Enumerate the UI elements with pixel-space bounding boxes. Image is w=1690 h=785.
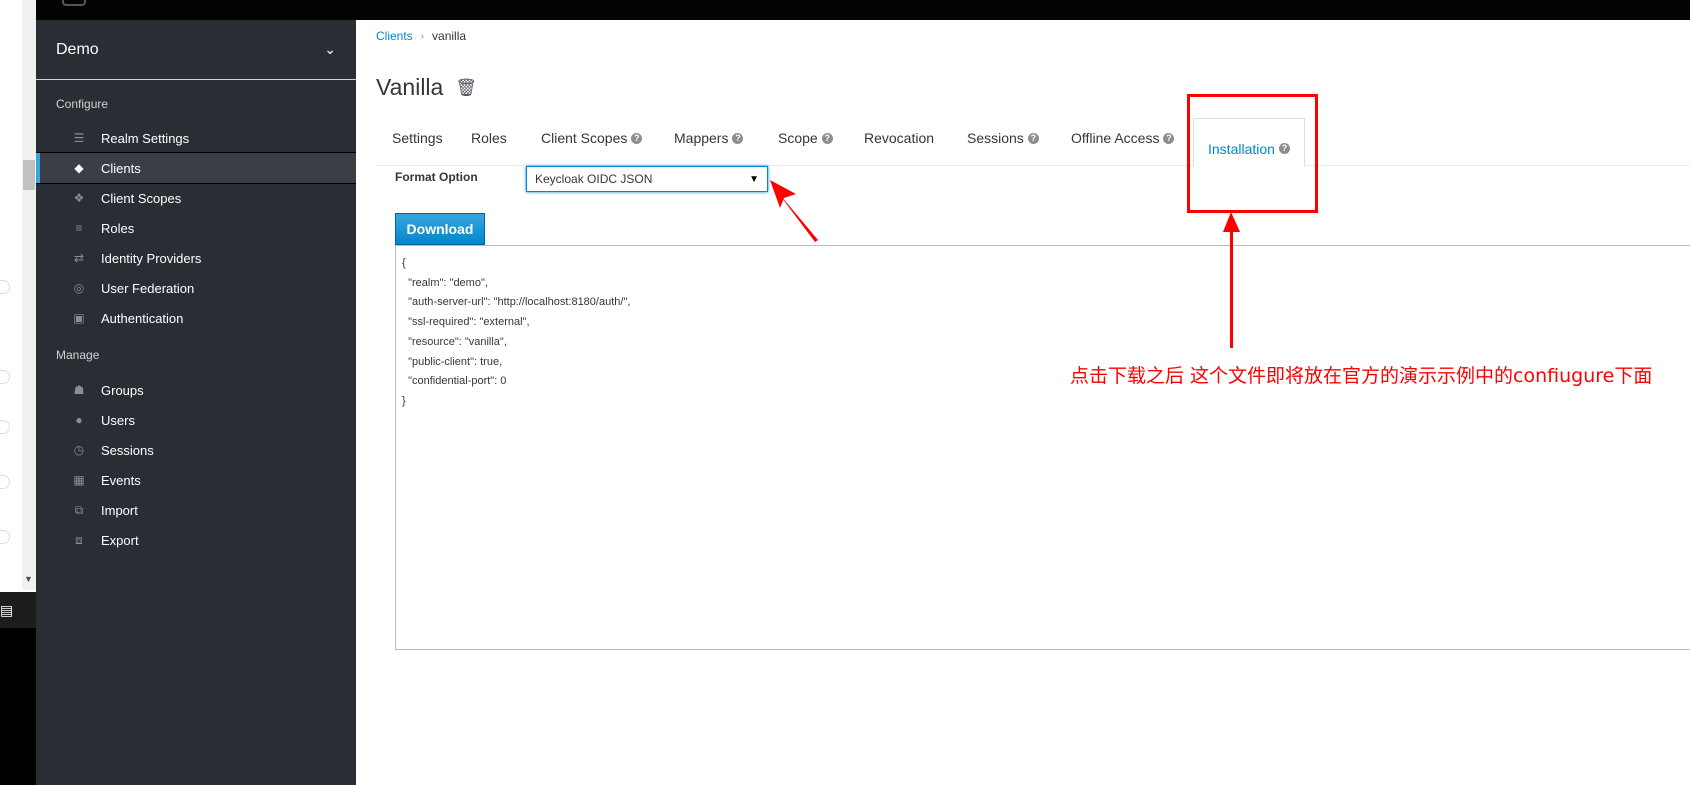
annotation-note: 点击下载之后 这个文件即将放在官方的演示示例中的confiugure下面 xyxy=(1070,365,1653,387)
annotation-arrow-to-tab xyxy=(1230,228,1233,348)
annotation-arrow-head-tab xyxy=(1223,212,1240,232)
annotation-arrows xyxy=(770,180,1240,348)
annotation-arrow-head-select xyxy=(770,180,796,208)
